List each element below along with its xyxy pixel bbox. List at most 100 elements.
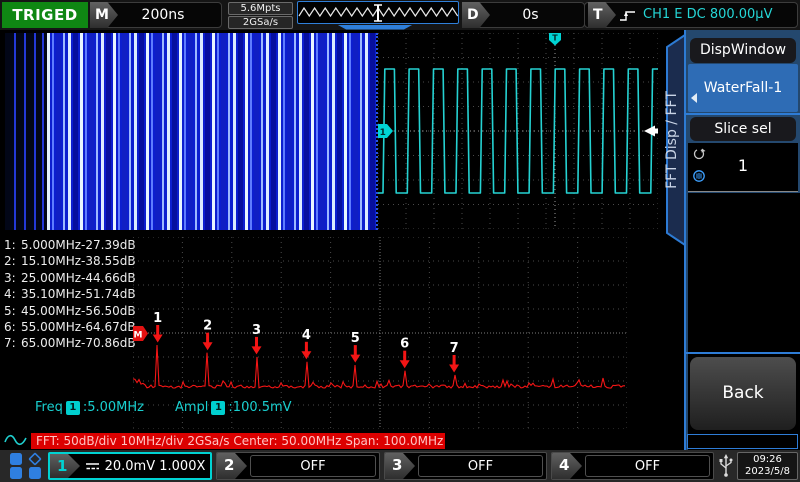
waterfall-line [34,33,36,230]
waterfall-stripe [184,33,186,230]
fft-status-bar: FFT: 50dB/div 10MHz/div 2GSa/s Center: 5… [31,433,445,449]
peak-freq: 15.10MHz [21,254,81,268]
peak-index: 6: [4,320,21,334]
waterfall-stripe [113,33,116,230]
peak-arrow-icon [350,355,360,363]
waterfall-stripe [52,33,54,230]
waveform-overview[interactable] [297,1,459,24]
waterfall-stripe [327,33,329,230]
top-status-bar: TRIGED 200ns M 5.6Mpts 2GSa/s 0s D CH1 E… [0,0,800,30]
fft-tab-label: FFT Disp / FFT [664,91,680,189]
peak-index: 4: [4,287,21,301]
waterfall-stripe [139,33,144,230]
waterfall-stripe [294,33,296,230]
channel-4-button[interactable]: 4 OFF [551,452,714,480]
channel-3-button[interactable]: 3 OFF [384,452,547,480]
peak-level: -38.55dB [81,254,136,268]
peak-freq: 25.00MHz [21,271,81,285]
overview-zigzag-icon [298,2,458,23]
channel-value: OFF [300,459,325,474]
peak-arrow-icon [156,325,159,335]
waterfall-active-zone [47,33,376,230]
timebase-value[interactable]: 200ns [104,2,222,28]
bottom-bar: 1 20.0mV 1.000X 2 OFF 3 OFF 4 OFF [0,450,800,482]
trigger-settings[interactable]: CH1 E DC 800.00μV [584,2,798,28]
waterfall-stripe [261,33,263,230]
trigger-info: CH1 E DC 800.00μV [643,3,772,27]
waterfall-stripe [370,33,375,230]
oscilloscope-screen: TRIGED 200ns M 5.6Mpts 2GSa/s 0s D CH1 E… [0,0,800,482]
waterfall-stripe [349,33,351,230]
overview-window-indicator[interactable] [337,25,413,30]
peak-arrow-icon [153,335,163,343]
waterfall-stripe [179,33,182,230]
clock: 09:26 2023/5/8 [737,452,798,480]
waterfall-stripe [167,33,170,230]
peak-arrow-icon [301,351,311,359]
waterfall-stripe [271,33,276,230]
fft-trace [133,345,625,388]
waterfall-stripe [238,33,243,230]
waterfall-stripe [283,33,285,230]
menu-item-slice[interactable]: 1 [688,143,798,192]
sine-wave-icon [4,431,30,447]
dc-coupling-icon [85,461,100,471]
peak-row: 6:55.00MHz-64.67dB [4,320,136,336]
waterfall-stripe [233,33,236,230]
waterfall-stripe [212,33,215,230]
peak-row: 2:15.10MHz-38.55dB [4,254,136,270]
left-pointer-icon [691,93,697,103]
waterfall-stripe [228,33,230,230]
peak-index: 7: [4,336,21,350]
channel-1-button[interactable]: 1 20.0mV 1.000X [48,452,212,480]
waterfall-stripe [266,33,269,230]
freq-label: Freq [35,400,63,415]
peak-freq: 65.00MHz [21,336,81,350]
peak-arrow-icon [255,337,258,347]
back-button[interactable]: Back [690,357,796,430]
waterfall-line [24,33,26,230]
waterfall-stripe [278,33,281,230]
memory-depth: 5.6Mpts [228,2,293,15]
channel-value: OFF [635,459,660,474]
waterfall-stripe [118,33,120,230]
app-menu-icon[interactable] [8,453,44,479]
waterfall-stripe [106,33,111,230]
delay-value[interactable]: 0s [476,2,585,28]
peak-number: 1 [153,311,162,326]
waterfall-stripe [56,33,61,230]
square-icon [10,453,22,465]
rising-edge-icon [619,8,637,23]
waterfall-stripe [63,33,65,230]
menu-item-waterfall[interactable]: WaterFall-1 [688,64,798,112]
peak-row: 3:25.00MHz-44.66dB [4,271,136,287]
waterfall-line [14,33,16,230]
peak-level: -70.86dB [81,336,136,350]
waveform-display[interactable]: T1 [378,33,658,230]
fft-tab[interactable]: FFT Disp / FFT [652,34,686,246]
peak-arrow-icon [305,342,308,352]
svg-text:1: 1 [380,128,386,138]
menu-label-dispwindow: DispWindow [690,38,796,63]
waterfall-stripe [85,33,87,230]
waterfall-stripe [146,33,149,230]
peak-number: 6 [400,337,409,352]
peak-arrow-icon [453,355,456,365]
svg-text:T: T [552,34,558,43]
channel-2-settings: OFF [250,455,376,477]
peak-arrow-icon [203,342,213,350]
channel-3-settings: OFF [418,455,543,477]
waterfall-stripe [205,33,210,230]
peak-row: 7:65.00MHz-70.86dB [4,336,136,352]
peak-arrow-icon [403,351,406,361]
waterfall-stripe [155,33,160,230]
waterfall-stripe [353,33,358,230]
ampl-value: :100.5mV [228,400,291,415]
waterfall-display[interactable] [5,33,376,230]
peak-freq: 35.10MHz [21,287,81,301]
channel-number: 1 [50,454,80,478]
channel-2-button[interactable]: 2 OFF [216,452,380,480]
peak-number: 7 [450,341,459,356]
menu-label-slice-sel: Slice sel [690,117,796,141]
waterfall-stripe [122,33,127,230]
